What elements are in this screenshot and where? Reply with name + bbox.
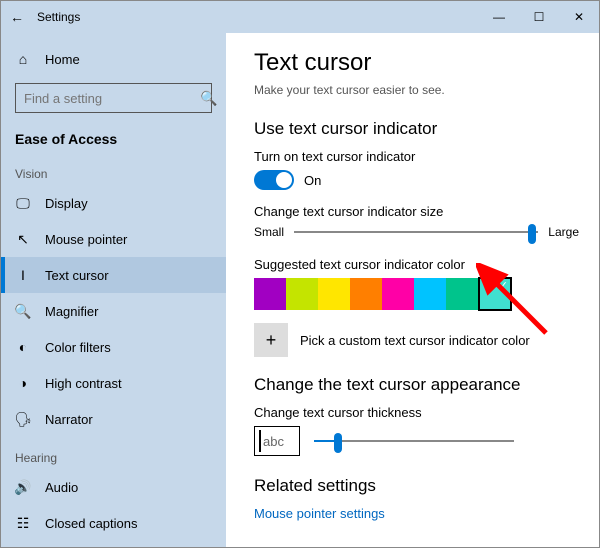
thickness-slider[interactable] [314, 440, 514, 442]
color-swatch[interactable] [254, 278, 286, 310]
color-swatch[interactable] [318, 278, 350, 310]
slider-thumb[interactable] [334, 433, 342, 453]
slider-fill [314, 440, 334, 442]
search-box[interactable]: 🔍 [15, 83, 212, 113]
window-body: ⌂ Home 🔍 Ease of Access Vision 🖵 Display… [1, 33, 599, 547]
indicator-toggle[interactable] [254, 170, 294, 190]
color-swatch[interactable] [414, 278, 446, 310]
size-small-label: Small [254, 225, 284, 239]
size-large-label: Large [548, 225, 579, 239]
search-icon: 🔍 [200, 90, 217, 107]
indicator-size-slider[interactable] [294, 231, 538, 233]
sidebar-item-mouse-pointer[interactable]: ↖ Mouse pointer [1, 221, 226, 257]
text-cursor-icon: I [15, 267, 31, 283]
section-indicator-heading: Use text cursor indicator [254, 119, 579, 139]
sidebar-item-color-filters[interactable]: ◐ Color filters [1, 329, 226, 365]
size-label: Change text cursor indicator size [254, 204, 579, 219]
magnifier-icon: 🔍 [15, 303, 31, 319]
color-swatches [254, 278, 579, 311]
sidebar-item-high-contrast[interactable]: ◑ High contrast [1, 365, 226, 401]
color-filters-icon: ◐ [15, 339, 31, 355]
close-button[interactable]: ✕ [559, 1, 599, 33]
color-swatch[interactable] [286, 278, 318, 310]
home-icon: ⌂ [15, 51, 31, 67]
back-button[interactable]: ← [1, 9, 33, 25]
section-appearance-heading: Change the text cursor appearance [254, 375, 579, 395]
titlebar: ← Settings — ☐ ✕ [1, 1, 599, 33]
narrator-icon: 🗣 [15, 411, 31, 427]
sidebar-item-display[interactable]: 🖵 Display [1, 185, 226, 221]
settings-window: ← Settings — ☐ ✕ ⌂ Home 🔍 Ease of Access… [0, 0, 600, 548]
toggle-state-text: On [304, 173, 321, 188]
color-label: Suggested text cursor indicator color [254, 257, 579, 272]
search-input[interactable] [24, 91, 200, 106]
sidebar-item-label: Closed captions [45, 516, 138, 531]
sidebar-item-label: Narrator [45, 412, 93, 427]
sidebar-heading: Ease of Access [1, 123, 226, 153]
display-icon: 🖵 [15, 195, 31, 211]
color-swatch[interactable] [446, 278, 478, 310]
sidebar-item-magnifier[interactable]: 🔍 Magnifier [1, 293, 226, 329]
custom-color-button[interactable]: + [254, 323, 288, 357]
sidebar-item-label: High contrast [45, 376, 122, 391]
sidebar-group-hearing: Hearing [1, 437, 226, 469]
color-swatch[interactable] [478, 277, 512, 311]
sidebar-item-label: Home [45, 52, 80, 67]
high-contrast-icon: ◑ [15, 375, 31, 391]
sidebar-item-label: Audio [45, 480, 78, 495]
sidebar: ⌂ Home 🔍 Ease of Access Vision 🖵 Display… [1, 33, 226, 547]
color-swatch[interactable] [350, 278, 382, 310]
audio-icon: 🔊 [15, 479, 31, 495]
sidebar-item-narrator[interactable]: 🗣 Narrator [1, 401, 226, 437]
page-subtitle: Make your text cursor easier to see. [254, 83, 579, 97]
custom-color-label: Pick a custom text cursor indicator colo… [300, 333, 530, 348]
sidebar-item-label: Display [45, 196, 88, 211]
minimize-button[interactable]: — [479, 1, 519, 33]
color-swatch[interactable] [382, 278, 414, 310]
thickness-preview: abc [254, 426, 300, 456]
sidebar-item-label: Magnifier [45, 304, 98, 319]
preview-text: abc [263, 434, 284, 449]
link-mouse-pointer-settings[interactable]: Mouse pointer settings [254, 506, 579, 521]
sidebar-item-text-cursor[interactable]: I Text cursor [1, 257, 226, 293]
sidebar-item-label: Color filters [45, 340, 111, 355]
thickness-label: Change text cursor thickness [254, 405, 579, 420]
sidebar-item-home[interactable]: ⌂ Home [1, 41, 226, 77]
toggle-label: Turn on text cursor indicator [254, 149, 579, 164]
sidebar-item-label: Mouse pointer [45, 232, 127, 247]
sidebar-item-label: Text cursor [45, 268, 109, 283]
slider-thumb[interactable] [528, 224, 536, 244]
mouse-pointer-icon: ↖ [15, 231, 31, 247]
sidebar-item-closed-captions[interactable]: ☷ Closed captions [1, 505, 226, 541]
closed-captions-icon: ☷ [15, 515, 31, 531]
maximize-button[interactable]: ☐ [519, 1, 559, 33]
section-related-heading: Related settings [254, 476, 579, 496]
page-title: Text cursor [254, 49, 579, 77]
window-title: Settings [33, 10, 479, 24]
sidebar-group-vision: Vision [1, 153, 226, 185]
main-content: Text cursor Make your text cursor easier… [226, 33, 599, 547]
sidebar-item-audio[interactable]: 🔊 Audio [1, 469, 226, 505]
